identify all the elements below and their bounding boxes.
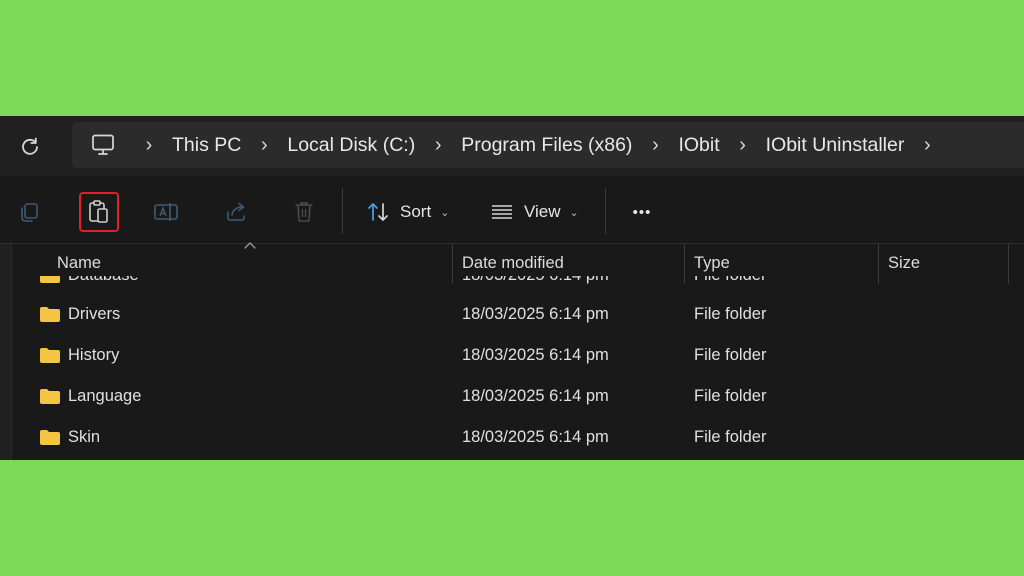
copy-button[interactable] xyxy=(11,194,47,230)
more-options-icon: ••• xyxy=(632,203,652,221)
file-name: Drivers xyxy=(68,305,121,323)
breadcrumb-program-files[interactable]: Program Files (x86) xyxy=(457,134,636,157)
this-pc-icon[interactable] xyxy=(90,132,116,158)
rename-button[interactable] xyxy=(148,194,184,230)
chevron-down-icon: ⌄ xyxy=(569,206,579,219)
address-bar[interactable]: › This PC › Local Disk (C:) › Program Fi… xyxy=(72,122,1024,168)
chevron-right-icon[interactable]: › xyxy=(130,122,168,168)
view-label: View xyxy=(524,202,561,221)
column-size[interactable]: Size xyxy=(888,254,920,273)
list-item[interactable]: History 18/03/2025 6:14 pm File folder xyxy=(12,336,1024,377)
chevron-right-icon[interactable]: › xyxy=(724,122,762,168)
share-icon xyxy=(227,202,245,221)
breadcrumb-this-pc[interactable]: This PC xyxy=(168,134,245,157)
file-name: Language xyxy=(68,387,142,405)
breadcrumb-iobit[interactable]: IObit xyxy=(674,134,723,157)
list-item[interactable]: Language 18/03/2025 6:14 pm File folder xyxy=(12,377,1024,418)
breadcrumb-iobit-uninstaller[interactable]: IObit Uninstaller xyxy=(762,134,909,157)
file-name: Skin xyxy=(68,428,101,446)
file-type: File folder xyxy=(694,305,767,323)
view-icon xyxy=(492,205,512,219)
file-type: File folder xyxy=(694,387,767,405)
folder-icon xyxy=(40,307,60,322)
paste-button[interactable] xyxy=(79,192,119,232)
rename-icon xyxy=(154,203,178,221)
file-type: File folder xyxy=(694,276,766,285)
breadcrumb-local-disk[interactable]: Local Disk (C:) xyxy=(283,134,419,157)
folder-icon xyxy=(40,348,60,363)
list-item[interactable]: Drivers 18/03/2025 6:14 pm File folder xyxy=(12,295,1024,336)
list-item[interactable]: Database 18/03/2025 6:14 pm File folder xyxy=(12,276,1024,297)
folder-icon xyxy=(40,430,60,445)
chevron-right-icon[interactable]: › xyxy=(636,122,674,168)
sort-label: Sort xyxy=(400,202,432,221)
sort-button[interactable]: Sort ⌄ xyxy=(366,194,449,230)
list-item[interactable]: Skin 18/03/2025 6:14 pm File folder xyxy=(12,418,1024,459)
folder-icon xyxy=(40,389,60,404)
folder-icon xyxy=(40,276,60,283)
chevron-down-icon: ⌄ xyxy=(440,206,450,219)
share-button[interactable] xyxy=(218,194,254,230)
delete-button[interactable] xyxy=(286,194,322,230)
address-row: › This PC › Local Disk (C:) › Program Fi… xyxy=(0,116,1024,176)
command-bar: Sort ⌄ View ⌄ ••• xyxy=(0,176,1024,244)
column-type[interactable]: Type xyxy=(694,254,730,273)
copy-icon xyxy=(21,203,38,222)
file-date: 18/03/2025 6:14 pm xyxy=(462,346,609,364)
file-list: Database 18/03/2025 6:14 pm File folder … xyxy=(12,276,1024,460)
file-explorer-window: › This PC › Local Disk (C:) › Program Fi… xyxy=(0,116,1024,460)
sort-ascending-icon xyxy=(244,242,256,249)
chevron-right-icon[interactable]: › xyxy=(419,122,457,168)
column-name[interactable]: Name xyxy=(57,254,101,273)
column-date-modified[interactable]: Date modified xyxy=(462,254,564,273)
file-type: File folder xyxy=(694,346,767,364)
file-date: 18/03/2025 6:14 pm xyxy=(462,387,609,405)
file-name: Database xyxy=(68,276,139,285)
toolbar-divider xyxy=(342,188,343,234)
chevron-right-icon[interactable]: › xyxy=(908,122,946,168)
delete-icon xyxy=(295,202,313,222)
file-type: File folder xyxy=(694,428,767,446)
chevron-right-icon[interactable]: › xyxy=(245,122,283,168)
sort-icon xyxy=(368,203,388,221)
more-options-button[interactable]: ••• xyxy=(622,194,662,230)
file-date: 18/03/2025 6:14 pm xyxy=(462,428,609,446)
refresh-button[interactable] xyxy=(14,130,46,162)
refresh-icon xyxy=(22,137,38,155)
paste-icon xyxy=(89,200,108,223)
view-button[interactable]: View ⌄ xyxy=(490,194,579,230)
file-date: 18/03/2025 6:14 pm xyxy=(462,276,609,285)
file-name: History xyxy=(68,346,120,364)
file-date: 18/03/2025 6:14 pm xyxy=(462,305,609,323)
toolbar-divider xyxy=(605,188,606,234)
